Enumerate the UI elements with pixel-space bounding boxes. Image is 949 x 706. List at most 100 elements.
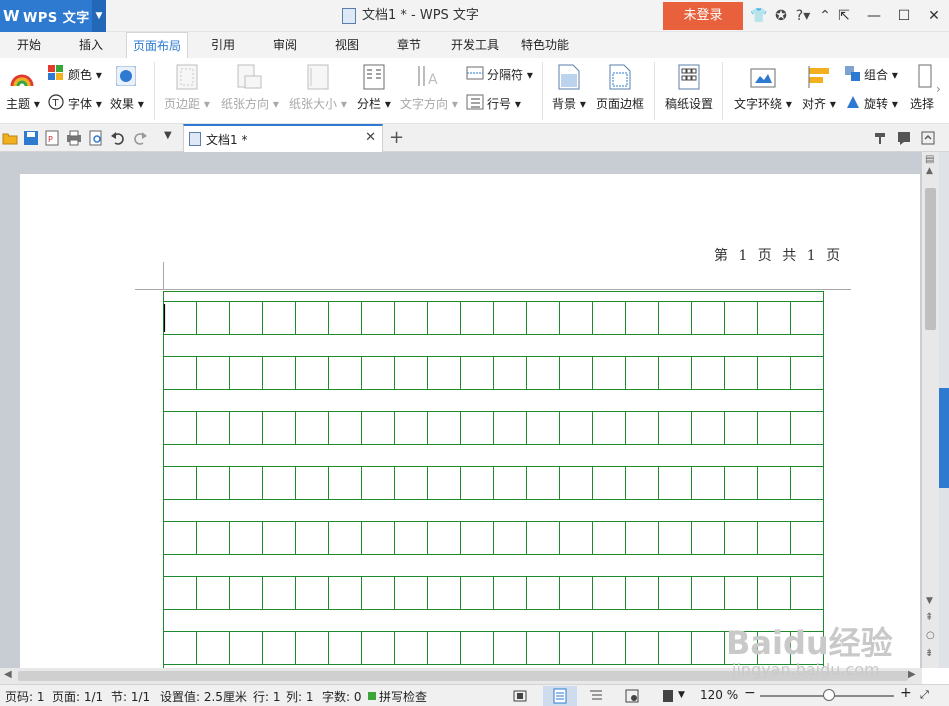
color-button[interactable]: 颜色 ▾ [68,66,102,83]
grid-cell [658,576,692,610]
paper-size-button[interactable]: 纸张大小 ▾ [289,95,347,112]
effect-button[interactable]: 效果 ▾ [110,95,144,112]
font-button[interactable]: 字体 ▾ [68,95,102,112]
select-browse-icon[interactable]: ○ [926,630,935,641]
grid-cell [790,411,824,445]
zoom-slider-knob[interactable] [823,689,835,701]
tab-special[interactable]: 特色功能 [514,32,576,58]
theme-button[interactable]: 主题 ▾ [6,95,40,112]
save-icon[interactable] [23,130,39,146]
restore-ribbon-icon[interactable]: ⇱ [829,0,859,32]
new-tab-icon[interactable]: + [389,127,404,148]
grid-cell [262,521,296,555]
rotate-button[interactable]: 旋转 ▾ [864,95,898,112]
tab-review[interactable]: 审阅 [262,32,308,58]
separator-button[interactable]: 分隔符 ▾ [487,66,533,83]
vertical-scrollbar[interactable]: ▤ ▲ ▼ ⇞ ○ ⇟ [922,152,939,668]
status-setting[interactable]: 设置值: 2.5厘米 [160,688,247,705]
page-view-icon[interactable]: ▤ [925,154,934,165]
grid-cell [460,521,494,555]
separator-icon [466,66,484,80]
zoom-level[interactable]: 120 % [700,688,738,702]
reading-mode-icon[interactable] [660,689,676,703]
login-button[interactable]: 未登录 [663,2,743,30]
page-border-icon [609,64,631,90]
orientation-button[interactable]: 纸张方向 ▾ [221,95,279,112]
customize-dropdown-icon[interactable]: ▼ [164,130,172,141]
grid-cell [790,301,824,335]
tab-reference[interactable]: 引用 [200,32,246,58]
close-icon[interactable]: ✕ [919,0,949,32]
margins-button[interactable]: 页边距 ▾ [164,95,210,112]
feedback-icon[interactable]: ✪ [770,8,792,24]
zoom-out-icon[interactable]: − [744,685,756,701]
status-page-code[interactable]: 页码: 1 [5,688,45,705]
grid-cell [163,466,197,500]
full-screen-icon[interactable] [512,689,528,703]
prev-page-icon[interactable]: ⇞ [925,612,933,623]
help-icon[interactable]: ?▾ [792,8,814,24]
tab-developer[interactable]: 开发工具 [444,32,506,58]
chevron-down-icon[interactable]: ▼ [92,0,106,32]
format-brush-icon[interactable] [872,130,888,146]
close-tab-icon[interactable]: ✕ [365,130,376,145]
export-pdf-icon[interactable]: P [44,130,60,146]
document-page[interactable]: 第 1 页 共 1 页 [20,174,920,668]
window-controls: ⇱ — ☐ ✕ [829,0,949,32]
watermark-logo: Baidu经验 [726,624,893,662]
tab-start[interactable]: 开始 [6,32,52,58]
outline-view-icon[interactable] [588,689,604,703]
tab-page-layout[interactable]: 页面布局 [126,32,188,58]
tab-insert[interactable]: 插入 [68,32,114,58]
tab-chapter[interactable]: 章节 [386,32,432,58]
comment-icon[interactable] [896,130,912,146]
background-button[interactable]: 背景 ▾ [552,95,586,112]
side-panel-toggle[interactable] [939,388,949,488]
minimize-ribbon-icon[interactable] [920,130,936,146]
fit-window-icon[interactable]: ⤢ [920,688,929,702]
grid-cell [229,521,263,555]
theme-icon[interactable] [10,66,34,88]
group-button[interactable]: 组合 ▾ [864,66,898,83]
status-section[interactable]: 节: 1/1 [111,688,150,705]
app-menu-button[interactable]: W WPS 文字 ▼ [0,0,106,32]
align-icon [808,66,829,88]
minimize-icon[interactable]: — [859,0,889,32]
skin-icon[interactable]: 👕 [748,8,770,24]
line-number-button[interactable]: 行号 ▾ [487,95,521,112]
grid-cell [394,466,428,500]
maximize-icon[interactable]: ☐ [889,0,919,32]
grid-cell [625,576,659,610]
page-view-mode-icon[interactable] [543,686,577,706]
grid-cell [361,301,395,335]
redo-icon[interactable] [132,130,148,146]
columns-button[interactable]: 分栏 ▾ [357,95,391,112]
ribbon-scroll-right-icon[interactable]: › [936,82,941,96]
page-border-button[interactable]: 页面边框 [596,95,644,112]
scroll-left-icon[interactable]: ◀ [4,669,12,680]
status-spell-check[interactable]: 拼写检查 [379,688,427,705]
zoom-in-icon[interactable]: + [900,685,912,701]
vertical-scroll-thumb[interactable] [925,188,936,330]
status-page[interactable]: 页面: 1/1 [52,688,103,705]
open-icon[interactable] [2,130,18,146]
print-icon[interactable] [66,130,82,146]
document-icon [189,132,201,146]
manuscript-setting-button[interactable]: 稿纸设置 [665,95,713,112]
reading-mode-dropdown-icon[interactable]: ▼ [678,690,685,700]
next-page-icon[interactable]: ⇟ [925,648,933,659]
document-tab[interactable]: 文档1 * ✕ [183,124,383,152]
tab-view[interactable]: 视图 [324,32,370,58]
text-direction-button[interactable]: 文字方向 ▾ [400,95,458,112]
align-button[interactable]: 对齐 ▾ [802,95,836,112]
scroll-right-icon[interactable]: ▶ [908,669,916,680]
grid-cell [493,521,527,555]
undo-icon[interactable] [110,130,126,146]
web-view-icon[interactable] [624,689,640,703]
select-button[interactable]: 选择 [910,95,934,112]
text-wrap-button[interactable]: 文字环绕 ▾ [734,95,792,112]
scroll-down-icon[interactable]: ▼ [926,596,933,606]
print-preview-icon[interactable] [88,130,104,146]
status-words[interactable]: 字数: 0 [322,688,362,705]
scroll-up-icon[interactable]: ▲ [926,166,933,176]
